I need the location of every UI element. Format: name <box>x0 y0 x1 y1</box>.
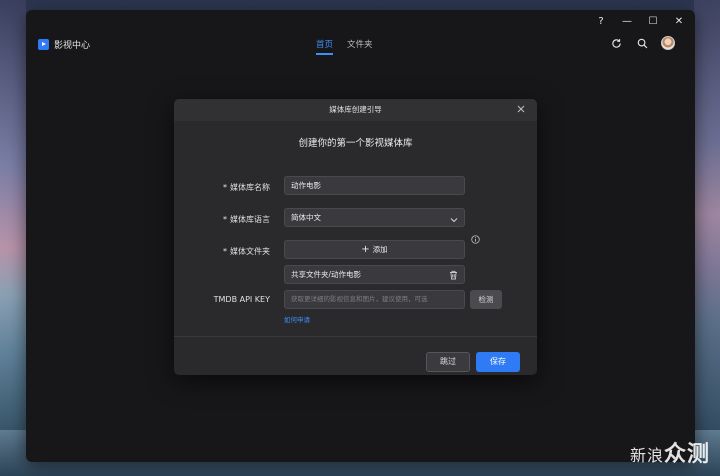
library-language-select[interactable]: 简体中文 <box>284 208 465 227</box>
info-icon[interactable] <box>471 235 480 247</box>
maximize-button[interactable]: ☐ <box>647 16 659 27</box>
folder-path: 共享文件夹/动作电影 <box>291 270 362 279</box>
brand: 影视中心 <box>38 38 90 51</box>
desktop-wallpaper-left <box>0 0 26 476</box>
refresh-icon[interactable] <box>609 36 623 50</box>
app-header: 影视中心 首页 文件夹 <box>26 36 695 66</box>
watermark-text-b: 众测 <box>663 442 710 467</box>
nav-tabs: 首页 文件夹 <box>316 38 373 55</box>
help-button[interactable]: ? <box>595 16 607 27</box>
plus-icon: + <box>361 244 370 255</box>
dialog-divider <box>174 336 537 337</box>
save-button[interactable]: 保存 <box>476 352 520 372</box>
avatar[interactable] <box>661 36 675 50</box>
language-value: 简体中文 <box>291 213 321 222</box>
search-icon[interactable] <box>635 36 649 50</box>
detect-button[interactable]: 检测 <box>470 290 502 309</box>
tmdb-api-key-input[interactable]: 获取更详细的影视信息和图片，建议使用，可选 <box>284 290 465 309</box>
add-folder-button[interactable]: + 添加 <box>284 240 465 259</box>
library-name-label: * 媒体库名称 <box>223 183 270 192</box>
dialog-title: 媒体库创建引导 <box>174 99 537 121</box>
chevron-down-icon <box>450 213 458 230</box>
create-library-dialog: 媒体库创建引导 创建你的第一个影视媒体库 * 媒体库名称 动作电影 * 媒体库语言 … <box>174 99 537 375</box>
header-icons <box>609 36 675 50</box>
tmdb-api-key-label: TMDB API KEY <box>213 295 270 304</box>
watermark: 新浪众测 <box>630 436 710 468</box>
desktop-wallpaper-right <box>694 0 720 476</box>
tab-folders[interactable]: 文件夹 <box>347 38 373 55</box>
window-controls: ? — ☐ ✕ <box>595 16 685 27</box>
how-to-apply-link[interactable]: 如何申请 <box>284 314 310 324</box>
library-name-input[interactable]: 动作电影 <box>284 176 465 195</box>
play-logo-icon <box>38 39 49 50</box>
app-title: 影视中心 <box>54 41 91 51</box>
trash-icon[interactable] <box>449 269 458 286</box>
minimize-button[interactable]: — <box>621 16 633 27</box>
app-window: ? — ☐ ✕ 影视中心 首页 文件夹 媒体库创建引导 创建你的第一个影视媒体库 <box>26 10 695 462</box>
library-language-label: * 媒体库语言 <box>223 215 270 224</box>
close-button[interactable]: ✕ <box>673 16 685 27</box>
dialog-heading: 创建你的第一个影视媒体库 <box>298 138 413 149</box>
media-folder-label: * 媒体文件夹 <box>223 247 270 256</box>
add-folder-label: 添加 <box>372 245 388 254</box>
watermark-text-a: 新浪 <box>629 446 664 465</box>
close-icon[interactable] <box>515 103 527 115</box>
skip-button[interactable]: 跳过 <box>426 352 470 372</box>
tab-home[interactable]: 首页 <box>316 38 334 55</box>
folder-path-item: 共享文件夹/动作电影 <box>284 265 465 284</box>
